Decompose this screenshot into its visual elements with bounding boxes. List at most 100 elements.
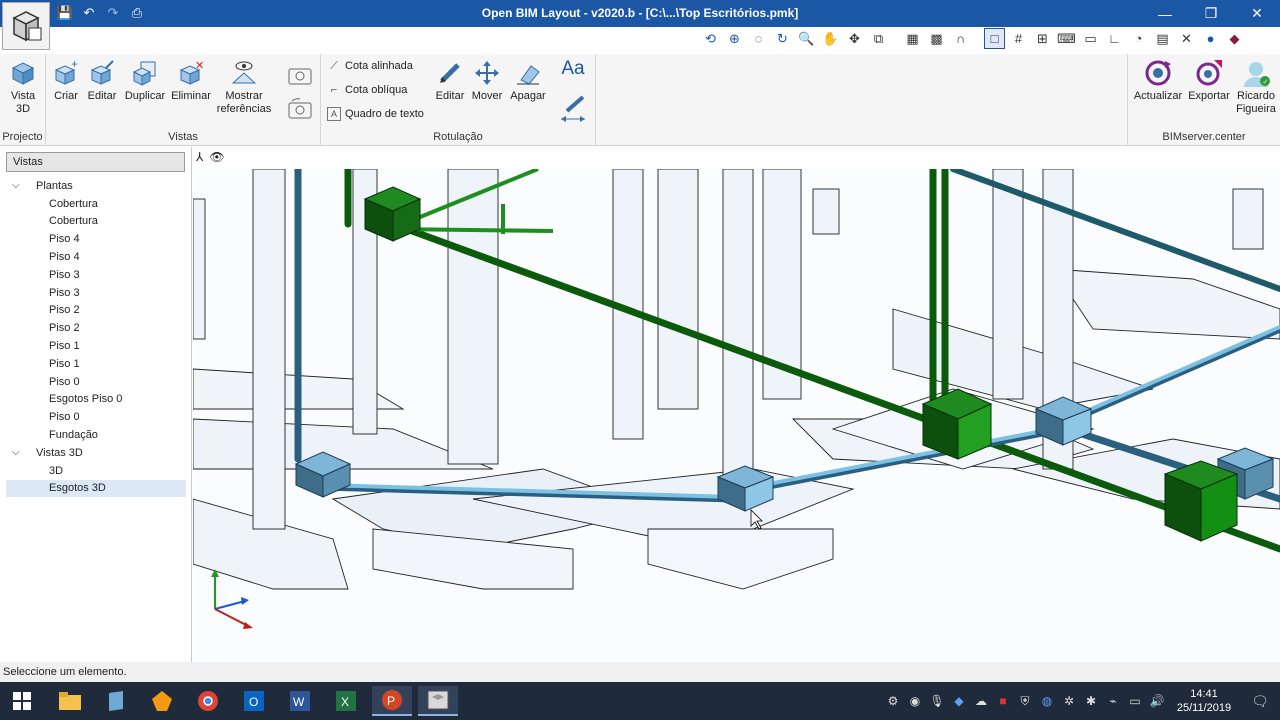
magnet-icon[interactable]: ∩	[950, 28, 971, 49]
settings-gear-icon[interactable]: ✲	[1058, 694, 1080, 708]
apagar-button[interactable]: Apagar	[507, 58, 549, 103]
group-label-bimserver: BIMserver.center	[1162, 131, 1246, 143]
tree-item[interactable]: Piso 3	[6, 266, 186, 284]
clock-icon[interactable]: ◔	[1128, 28, 1149, 49]
tray-app-icon[interactable]: ⚙	[882, 694, 904, 708]
network-globe-icon[interactable]: ◍	[1036, 694, 1058, 708]
clock[interactable]: 14:41 25/11/2019	[1168, 687, 1240, 715]
dimension-style-button[interactable]	[557, 94, 589, 126]
tree-group[interactable]: ⌵ Plantas	[6, 177, 186, 195]
powerpoint-icon[interactable]: P	[372, 686, 412, 716]
file-explorer-icon[interactable]	[50, 686, 90, 716]
rectangle-select-icon[interactable]: □	[984, 28, 1005, 49]
tree-item[interactable]: Piso 2	[6, 302, 186, 320]
cota-alinhada-button[interactable]: ⟋ Cota alinhada	[327, 59, 413, 73]
axes-icon[interactable]: ⅄	[196, 150, 203, 164]
cube-delete-icon: ✕	[175, 58, 207, 88]
grid-icon[interactable]: #	[1008, 28, 1029, 49]
tree-item[interactable]: Esgotos 3D	[6, 479, 186, 498]
tree-item[interactable]: Esgotos Piso 0	[6, 391, 186, 409]
tree-item[interactable]: Piso 0	[6, 408, 186, 426]
globe-icon[interactable]: ●	[1200, 28, 1221, 49]
volume-icon[interactable]: 🔊	[1146, 694, 1168, 708]
excel-icon[interactable]: X	[326, 686, 366, 716]
restore-button[interactable]: ❐	[1188, 0, 1234, 27]
view-fit-icon[interactable]: ⧉	[868, 28, 889, 49]
quadro-de-texto-button[interactable]: A Quadro de texto	[327, 107, 424, 121]
tree-item-label: Vistas 3D	[36, 446, 83, 459]
close-button[interactable]: ✕	[1234, 0, 1280, 27]
font-button[interactable]: Aa	[555, 59, 591, 78]
visibility-eye-icon[interactable]: 👁	[209, 150, 224, 164]
layers-icon[interactable]: ▦	[902, 28, 923, 49]
camera-button-2[interactable]	[284, 94, 314, 126]
tree-item[interactable]: Piso 1	[6, 355, 186, 373]
recording-icon[interactable]: ■	[992, 694, 1014, 708]
app-logo-icon[interactable]	[2, 2, 50, 50]
app-orange-icon[interactable]	[142, 686, 182, 716]
pan-hand-icon[interactable]: ✋	[820, 28, 841, 49]
criar-button[interactable]: + Criar	[48, 58, 84, 103]
screen-icon[interactable]: ▭	[1080, 28, 1101, 49]
zoom-window-icon[interactable]: ◌	[748, 28, 769, 49]
group-vistas: + Criar Editar Duplicar ✕ Eliminar Mostr…	[46, 54, 321, 146]
calculator-icon[interactable]: ▤	[1152, 28, 1173, 49]
tree-item[interactable]: Cobertura	[6, 213, 186, 231]
tree-item[interactable]: Piso 4	[6, 230, 186, 248]
tree-item[interactable]: Piso 3	[6, 284, 186, 302]
tree-item[interactable]: Cobertura	[6, 195, 186, 213]
zoom-icon[interactable]: 🔍	[796, 28, 817, 49]
tray-misc-icon[interactable]: ✱	[1080, 694, 1102, 708]
windows-start-icon[interactable]	[2, 686, 42, 716]
vista-3d-button[interactable]: Vista 3D	[4, 58, 42, 116]
tools-icon[interactable]: ✕	[1176, 28, 1197, 49]
dropbox-icon[interactable]: ◆	[948, 694, 970, 708]
svg-text:P: P	[387, 694, 395, 708]
chrome-icon[interactable]	[188, 686, 228, 716]
user-account-button[interactable]: ✓ Ricardo Figueira	[1232, 58, 1280, 116]
snap-icon[interactable]: ⊞	[1032, 28, 1053, 49]
microphone-icon[interactable]: 🎙	[926, 694, 948, 708]
mostrar-referencias-button[interactable]: Mostrar referências	[214, 58, 274, 116]
camera-button-1[interactable]	[284, 60, 314, 92]
minimize-button[interactable]: —	[1142, 0, 1188, 27]
taskbar: O W X P ⚙ ◉ 🎙 ◆ ☁ ■ ⛨ ◍ ✲ ✱ ⌁ ▭ 🔊 14:41 …	[0, 682, 1280, 720]
chevron-down-icon[interactable]: ⌵	[12, 447, 24, 458]
cota-obliqua-button[interactable]: ⌐ Cota oblíqua	[327, 83, 408, 97]
tree-item[interactable]: Fundação	[6, 426, 186, 444]
display-icon[interactable]: ▭	[1124, 694, 1146, 708]
tree-item[interactable]: 3D	[6, 462, 186, 480]
tree-group[interactable]: ⌵ Vistas 3D	[6, 444, 186, 462]
notification-center-icon[interactable]: 🗨	[1240, 693, 1280, 710]
actualizar-button[interactable]: Actualizar	[1131, 58, 1185, 103]
word-icon[interactable]: W	[280, 686, 320, 716]
exportar-button[interactable]: Exportar	[1186, 58, 1232, 103]
bimserver-icon[interactable]: ◆	[1224, 28, 1245, 49]
security-icon[interactable]: ⛨	[1014, 694, 1036, 709]
open-bim-layout-taskbar-icon[interactable]	[418, 686, 458, 716]
editar-vista-button[interactable]: Editar	[84, 58, 120, 103]
svg-text:X: X	[341, 695, 349, 709]
references-icon[interactable]: ▩	[926, 28, 947, 49]
onedrive-icon[interactable]: ☁	[970, 694, 992, 708]
zoom-previous-icon[interactable]: ⟲	[700, 28, 721, 49]
chevron-down-icon[interactable]: ⌵	[12, 180, 24, 191]
keyboard-icon[interactable]: ⌨	[1056, 28, 1077, 49]
tree-item[interactable]: Piso 1	[6, 337, 186, 355]
angle-icon[interactable]: ∟	[1104, 28, 1125, 49]
tree-item[interactable]: Piso 0	[6, 373, 186, 391]
battery-plug-icon[interactable]: ⌁	[1102, 694, 1124, 708]
tray-bim-icon[interactable]: ◉	[904, 694, 926, 708]
mover-button[interactable]: Mover	[469, 58, 505, 103]
app-blue-icon[interactable]	[96, 686, 136, 716]
redraw-icon[interactable]: ↻	[772, 28, 793, 49]
tree-item[interactable]: Piso 4	[6, 248, 186, 266]
editar-rotulo-button[interactable]: Editar	[431, 58, 469, 103]
outlook-icon[interactable]: O	[234, 686, 274, 716]
tree-item[interactable]: Piso 2	[6, 319, 186, 337]
eliminar-button[interactable]: ✕ Eliminar	[169, 58, 213, 103]
zoom-all-icon[interactable]: ⊕	[724, 28, 745, 49]
duplicar-button[interactable]: Duplicar	[122, 58, 168, 103]
3d-viewport[interactable]	[193, 169, 1280, 662]
orbit-icon[interactable]: ✥	[844, 28, 865, 49]
